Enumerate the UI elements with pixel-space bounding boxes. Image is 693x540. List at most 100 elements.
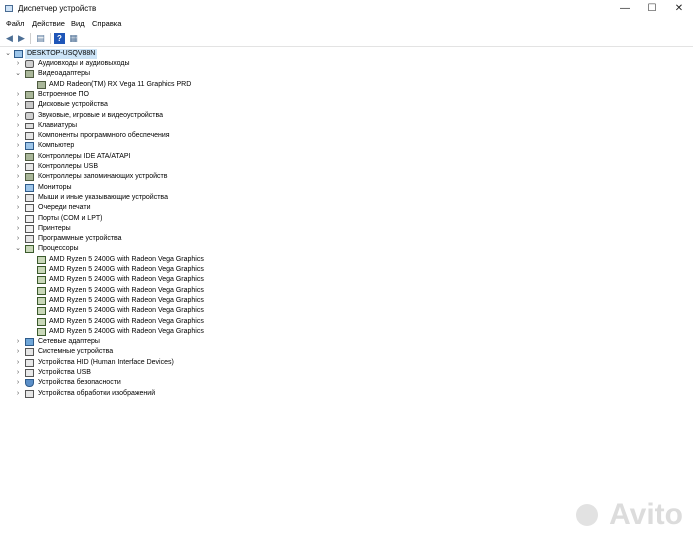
chevron-right-icon[interactable]: › (14, 152, 22, 162)
tree-item-label: AMD Ryzen 5 2400G with Radeon Vega Graph… (49, 286, 204, 294)
tree-item-label: AMD Radeon(TM) RX Vega 11 Graphics PRD (49, 80, 192, 88)
chevron-right-icon[interactable]: › (14, 368, 22, 378)
chevron-right-icon[interactable]: › (14, 389, 22, 399)
tree-item-label: Мыши и иные указывающие устройства (38, 193, 168, 201)
tree-item-label: Клавиатуры (38, 121, 78, 129)
chevron-right-icon[interactable]: › (14, 358, 22, 368)
cpu-icon (25, 245, 34, 254)
chevron-right-icon[interactable]: › (14, 172, 22, 182)
title-bar: Диспетчер устройств — ☐ ✕ (0, 0, 693, 18)
menu-bar: Файл Действие Вид Справка (0, 18, 693, 31)
cpu-icon (37, 286, 46, 295)
menu-file[interactable]: Файл (6, 19, 24, 28)
chevron-right-icon[interactable]: › (14, 141, 22, 151)
chevron-right-icon[interactable]: › (14, 193, 22, 203)
tree-item-label: Видеоадаптеры (38, 70, 91, 78)
chevron-down-icon[interactable]: ⌄ (4, 49, 12, 59)
display-adapter-icon (25, 70, 34, 79)
cpu-icon (37, 327, 46, 336)
view-icon[interactable]: ▦ (68, 33, 79, 44)
display-adapter-icon (37, 80, 46, 89)
avito-logo-icon (576, 504, 598, 526)
chevron-right-icon[interactable]: › (14, 337, 22, 347)
minimize-button[interactable]: — (612, 0, 638, 18)
tree-item-label: Системные устройства (38, 348, 114, 356)
cpu-icon (37, 296, 46, 305)
cpu-icon (37, 255, 46, 264)
chevron-right-icon[interactable]: › (14, 203, 22, 213)
cpu-icon (37, 266, 46, 274)
tree-item-label: Программные устройства (38, 235, 122, 243)
toolbar-separator (30, 33, 31, 44)
usb-icon (25, 163, 34, 171)
tree-root-label: DESKTOP-USQV88N (25, 49, 98, 59)
menu-view[interactable]: Вид (71, 19, 85, 28)
back-arrow-icon[interactable]: ◀ (4, 33, 15, 44)
device-tree: ⌄ DESKTOP-USQV88N › Аудиовходы и аудиовых… (0, 47, 693, 540)
tree-item-label: Мониторы (38, 183, 72, 191)
window-title: Диспетчер устройств (18, 4, 97, 13)
tree-item-label: AMD Ryzen 5 2400G with Radeon Vega Graph… (49, 317, 204, 325)
chevron-right-icon[interactable]: › (14, 224, 22, 234)
network-adapter-icon (25, 338, 34, 347)
tree-item-label: AMD Ryzen 5 2400G with Radeon Vega Graph… (49, 296, 204, 304)
chevron-right-icon[interactable]: › (14, 59, 22, 69)
chevron-right-icon[interactable]: › (14, 378, 22, 388)
system-device-icon (25, 348, 34, 357)
tree-item-label: Сетевые адаптеры (38, 338, 100, 346)
tree-item-label: Устройства безопасности (38, 379, 121, 387)
tree-item-label: AMD Ryzen 5 2400G with Radeon Vega Graph… (49, 266, 204, 273)
tree-item-label: AMD Ryzen 5 2400G with Radeon Vega Graph… (49, 255, 204, 263)
computer-icon (25, 142, 34, 151)
disk-icon (25, 101, 34, 110)
close-button[interactable]: ✕ (666, 0, 692, 18)
tree-item-label: Принтеры (38, 224, 71, 232)
hid-icon (25, 358, 34, 367)
chevron-down-icon[interactable]: ⌄ (14, 69, 22, 79)
monitor-icon (25, 183, 34, 192)
tree-item-label: Очереди печати (38, 204, 91, 212)
print-queue-icon (25, 204, 34, 213)
chevron-right-icon[interactable]: › (14, 214, 22, 224)
watermark: Avito (609, 498, 683, 531)
software-component-icon (25, 132, 34, 141)
imaging-icon (25, 389, 34, 398)
forward-arrow-icon[interactable]: ▶ (16, 33, 27, 44)
speaker-icon (25, 60, 34, 68)
tree-item-label: Компьютер (38, 142, 75, 150)
tree-item-label: Аудиовходы и аудиовыходы (38, 60, 130, 67)
properties-icon[interactable]: ▤ (35, 33, 46, 44)
chevron-down-icon[interactable]: ⌄ (14, 244, 22, 254)
tree-item-label: Процессоры (38, 245, 79, 253)
tree-item-label: AMD Ryzen 5 2400G with Radeon Vega Graph… (49, 276, 204, 284)
chevron-right-icon[interactable]: › (14, 100, 22, 110)
firmware-icon (25, 90, 34, 99)
tree-item-label: Дисковые устройства (38, 101, 108, 109)
device-manager-icon (5, 5, 13, 12)
chevron-right-icon[interactable]: › (14, 347, 22, 357)
maximize-button[interactable]: ☐ (639, 0, 665, 18)
chevron-right-icon[interactable]: › (14, 183, 22, 193)
tree-item-label: Контроллеры USB (38, 163, 98, 170)
security-icon (25, 379, 34, 388)
tree-item-label: AMD Ryzen 5 2400G with Radeon Vega Graph… (49, 307, 204, 315)
computer-icon (14, 50, 23, 58)
tree-item-label: Контроллеры запоминающих устройств (38, 173, 168, 181)
help-icon[interactable]: ? (54, 33, 65, 44)
chevron-right-icon[interactable]: › (14, 131, 22, 141)
tree-item-label: Контроллеры IDE ATA/ATAPI (38, 152, 131, 160)
tree-item-label: Устройства HID (Human Interface Devices) (38, 358, 174, 366)
chevron-right-icon[interactable]: › (14, 234, 22, 244)
tree-item-label: Звуковые, игровые и видеоустройства (38, 111, 164, 119)
tree-item-label: Встроенное ПО (38, 90, 89, 98)
chevron-right-icon[interactable]: › (14, 90, 22, 100)
chevron-right-icon[interactable]: › (14, 121, 22, 131)
printer-icon (25, 224, 34, 233)
menu-action[interactable]: Действие (32, 19, 65, 28)
chevron-right-icon[interactable]: › (14, 162, 22, 172)
menu-help[interactable]: Справка (92, 19, 121, 28)
tree-item-label: Устройства обработки изображений (38, 389, 156, 397)
chevron-right-icon[interactable]: › (14, 111, 22, 121)
tree-item-label: Компоненты программного обеспечения (38, 132, 170, 140)
speaker-icon (25, 111, 34, 120)
